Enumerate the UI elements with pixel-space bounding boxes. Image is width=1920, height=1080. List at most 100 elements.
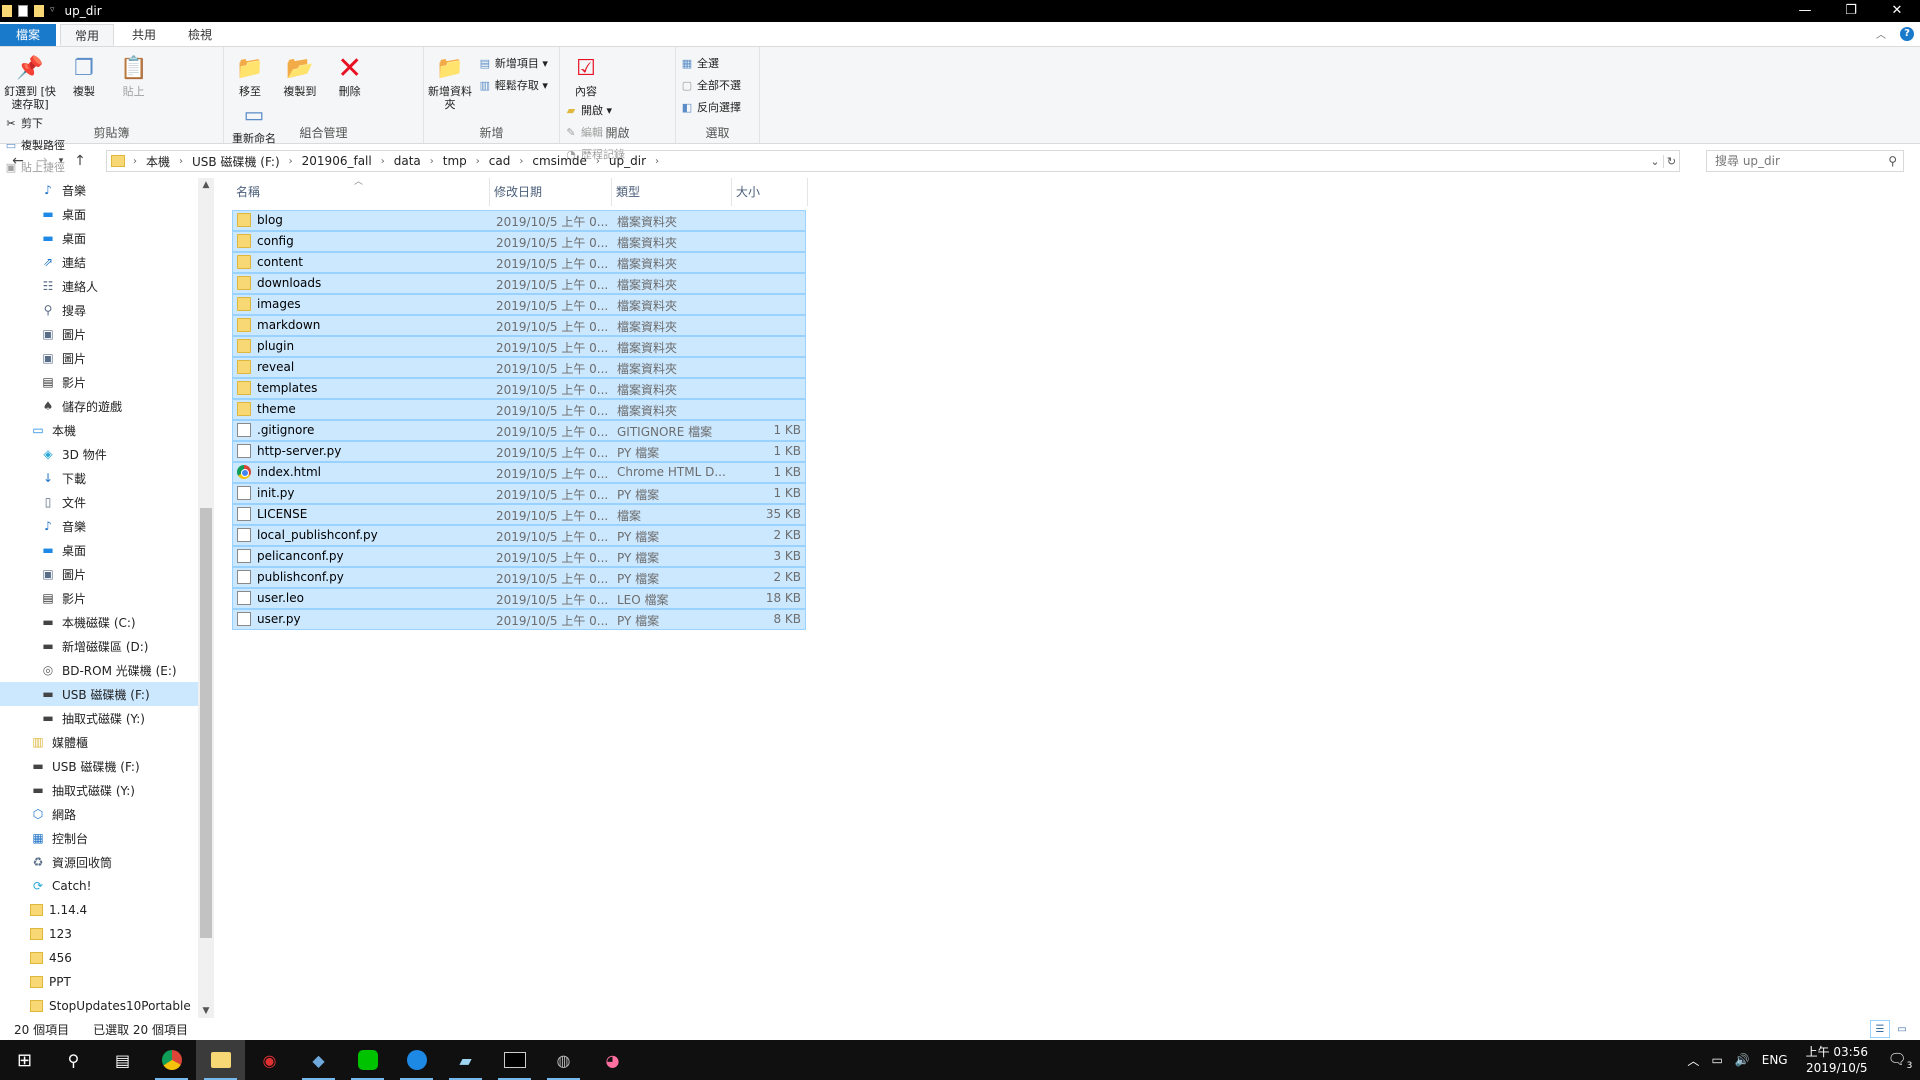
nav-item[interactable]: ▣ 圖片 (0, 562, 198, 586)
minimize-button[interactable]: — (1782, 0, 1828, 22)
breadcrumb-data[interactable]: data (394, 154, 421, 168)
help-icon[interactable]: ? (1900, 26, 1914, 41)
nav-item[interactable]: ▬ 新增磁碟區 (D:) (0, 634, 198, 658)
customize-arrow-icon[interactable]: ▿ (50, 5, 55, 17)
search-input[interactable]: 搜尋 up_dir ⚲ (1706, 150, 1904, 172)
file-row[interactable]: publishconf.py 2019/10/5 上午 0... PY 檔案 2 KB (232, 567, 806, 588)
file-row[interactable]: images 2019/10/5 上午 0... 檔案資料夾 (232, 294, 806, 315)
address-dropdown-icon[interactable]: ⌄ (1647, 155, 1663, 168)
network-icon[interactable]: ▭ (1711, 1053, 1722, 1067)
file-row[interactable]: plugin 2019/10/5 上午 0... 檔案資料夾 (232, 336, 806, 357)
start-icon[interactable]: ⊞ (0, 1040, 49, 1080)
details-view-icon[interactable]: ☰ (1870, 1020, 1890, 1038)
nav-item[interactable]: ▥ 媒體櫃 (0, 730, 198, 754)
nav-item[interactable]: ▭ 本機 (0, 418, 198, 442)
select-all-button[interactable]: ▦ 全選 (680, 53, 741, 73)
nav-item[interactable]: ▬ 抽取式磁碟 (Y:) (0, 778, 198, 802)
tab-home[interactable]: 常用 (60, 24, 115, 46)
file-row[interactable]: index.html 2019/10/5 上午 0... Chrome HTML D… (232, 462, 806, 483)
chevron-right-icon[interactable]: › (430, 156, 434, 167)
terminal-icon[interactable] (490, 1040, 539, 1080)
nav-item[interactable]: ◎ BD-ROM 光碟機 (E:) (0, 658, 198, 682)
new-folder-button[interactable]: 📁 新增資料夾 (428, 51, 472, 112)
nav-item[interactable]: ▬ 本機磁碟 (C:) (0, 610, 198, 634)
nav-item[interactable]: ⬡ 網路 (0, 802, 198, 826)
notification-center-icon[interactable]: 🗨3 (1880, 1050, 1920, 1071)
column-header-type[interactable]: 類型 (612, 178, 732, 206)
chevron-right-icon[interactable]: › (133, 156, 137, 167)
nav-item[interactable]: 123 (0, 922, 198, 946)
back-arrow-icon[interactable]: ← (6, 153, 30, 169)
nav-item[interactable]: ♪ 音樂 (0, 514, 198, 538)
nav-item[interactable]: ▤ 影片 (0, 370, 198, 394)
tray-overflow-icon[interactable]: ︿ (1687, 1052, 1699, 1069)
maximize-button[interactable]: ❐ (1828, 0, 1874, 22)
copy-to-button[interactable]: 📂 複製到 (278, 51, 322, 99)
nav-item[interactable]: ▬ 抽取式磁碟 (Y:) (0, 706, 198, 730)
nav-item[interactable]: ▯ 文件 (0, 490, 198, 514)
nav-item[interactable]: 456 (0, 946, 198, 970)
file-row[interactable]: LICENSE 2019/10/5 上午 0... 檔案 35 KB (232, 504, 806, 525)
sphere-icon[interactable]: ◍ (539, 1040, 588, 1080)
nav-item[interactable]: ▬ 桌面 (0, 226, 198, 250)
file-row[interactable]: downloads 2019/10/5 上午 0... 檔案資料夾 (232, 273, 806, 294)
nav-item[interactable]: ▬ 桌面 (0, 538, 198, 562)
nav-item[interactable]: ▦ 控制台 (0, 826, 198, 850)
nav-item[interactable]: PPT (0, 970, 198, 994)
nav-item[interactable]: StopUpdates10Portable (0, 994, 198, 1018)
properties-button[interactable]: ☑ 內容 (564, 51, 608, 99)
volume-icon[interactable]: 🔊 (1735, 1053, 1750, 1067)
breadcrumb-usb-drive[interactable]: USB 磁碟機 (F:) (192, 153, 280, 170)
scrollbar-thumb[interactable] (200, 508, 212, 938)
file-row[interactable]: content 2019/10/5 上午 0... 檔案資料夾 (232, 252, 806, 273)
scroll-down-icon[interactable]: ▼ (198, 1006, 214, 1016)
breadcrumb-up-dir[interactable]: up_dir (609, 154, 646, 168)
file-row[interactable]: reveal 2019/10/5 上午 0... 檔案資料夾 (232, 357, 806, 378)
input-language[interactable]: ENG (1762, 1053, 1788, 1067)
copy-button[interactable]: ❐ 複製 (62, 51, 106, 99)
chevron-right-icon[interactable]: › (655, 156, 659, 167)
search-icon[interactable]: ⚲ (49, 1040, 98, 1080)
invert-selection-button[interactable]: ◧ 反向選擇 (680, 97, 741, 117)
new-item-button[interactable]: ▤ 新增項目 ▾ (478, 53, 548, 73)
file-row[interactable]: local_publishconf.py 2019/10/5 上午 0... PY … (232, 525, 806, 546)
nav-item[interactable]: ▣ 圖片 (0, 322, 198, 346)
nav-item[interactable]: ♻ 資源回收筒 (0, 850, 198, 874)
recent-locations-icon[interactable]: ▾ (54, 156, 68, 166)
paste-button[interactable]: 📋 貼上 (112, 51, 156, 99)
new-folder-icon[interactable] (34, 5, 44, 17)
tab-view[interactable]: 檢視 (174, 24, 226, 46)
app-red-icon[interactable]: ◉ (245, 1040, 294, 1080)
messenger-icon[interactable] (392, 1040, 441, 1080)
breadcrumb-this-pc[interactable]: 本機 (146, 153, 170, 170)
chevron-right-icon[interactable]: › (519, 156, 523, 167)
line-icon[interactable] (343, 1040, 392, 1080)
address-bar[interactable]: › 本機 › USB 磁碟機 (F:) › 201906_fall › data… (106, 150, 1680, 172)
move-to-button[interactable]: 📁 移至 (228, 51, 272, 99)
file-row[interactable]: user.leo 2019/10/5 上午 0... LEO 檔案 18 KB (232, 588, 806, 609)
file-row[interactable]: markdown 2019/10/5 上午 0... 檔案資料夾 (232, 315, 806, 336)
nav-item[interactable]: ▬ USB 磁碟機 (F:) (0, 682, 198, 706)
chevron-right-icon[interactable]: › (476, 156, 480, 167)
chevron-right-icon[interactable]: › (381, 156, 385, 167)
file-row[interactable]: templates 2019/10/5 上午 0... 檔案資料夾 (232, 378, 806, 399)
nav-item[interactable]: 1.14.4 (0, 898, 198, 922)
file-explorer-icon[interactable] (196, 1040, 245, 1080)
notepad-icon[interactable]: ▰ (441, 1040, 490, 1080)
large-icons-view-icon[interactable]: ▭ (1892, 1020, 1912, 1038)
chevron-right-icon[interactable]: › (289, 156, 293, 167)
chevron-right-icon[interactable]: › (596, 156, 600, 167)
nav-item[interactable]: ⚲ 搜尋 (0, 298, 198, 322)
breadcrumb-201906-fall[interactable]: 201906_fall (302, 154, 372, 168)
nav-item[interactable]: ▣ 圖片 (0, 346, 198, 370)
file-row[interactable]: user.py 2019/10/5 上午 0... PY 檔案 8 KB (232, 609, 806, 630)
breadcrumb-cad[interactable]: cad (489, 154, 511, 168)
chevron-right-icon[interactable]: › (179, 156, 183, 167)
nav-item[interactable]: ▬ 桌面 (0, 202, 198, 226)
nav-item[interactable]: ◈ 3D 物件 (0, 442, 198, 466)
paint-icon[interactable]: ◕ (588, 1040, 637, 1080)
file-row[interactable]: http-server.py 2019/10/5 上午 0... PY 檔案 1 KB (232, 441, 806, 462)
nav-item[interactable]: ♪ 音樂 (0, 178, 198, 202)
tab-share[interactable]: 共用 (118, 24, 170, 46)
easy-access-button[interactable]: ▥ 輕鬆存取 ▾ (478, 75, 548, 95)
